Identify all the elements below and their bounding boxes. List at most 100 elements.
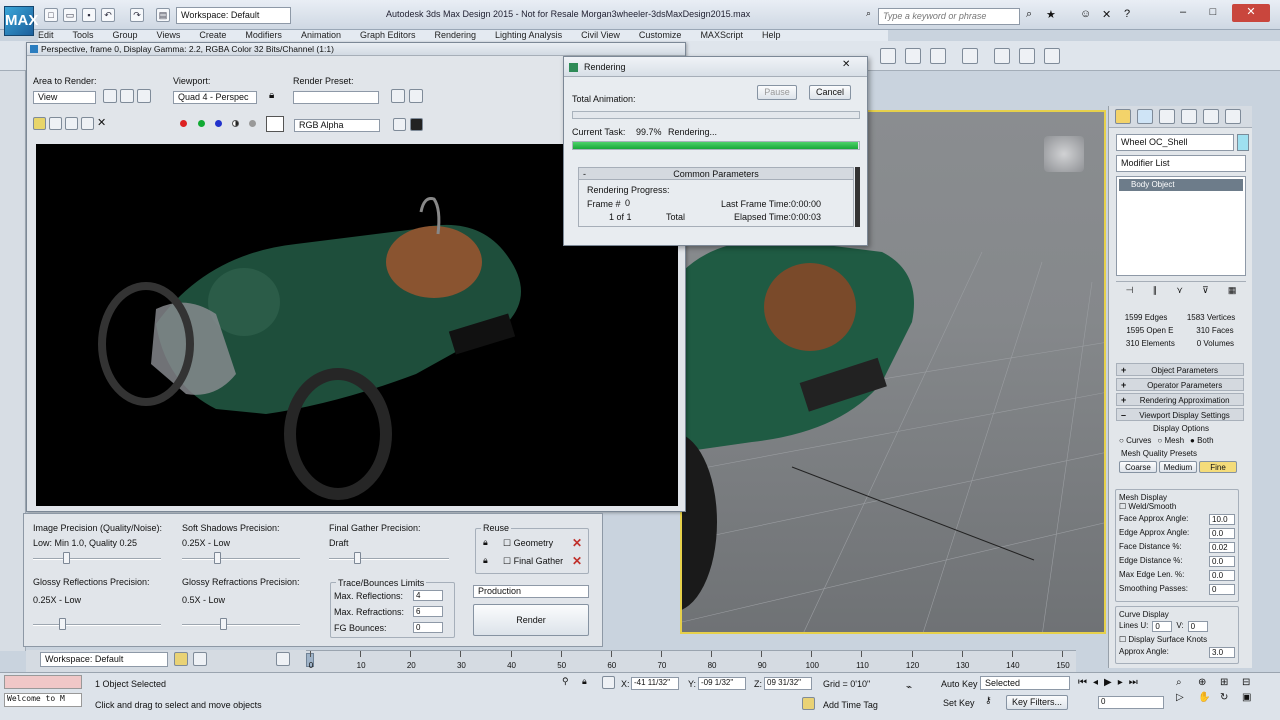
add-time-tag-button[interactable]: Add Time Tag [823,700,878,710]
user-icon[interactable]: ☺ [1080,8,1091,20]
edit-region-icon[interactable] [103,89,117,103]
clone-window-icon[interactable] [65,117,78,130]
render-preset-dropdown[interactable] [293,91,379,104]
configure-sets-icon[interactable]: ▦ [1228,285,1237,299]
subscription-icon[interactable]: ★ [1046,8,1056,21]
rendered-frame-window-icon[interactable] [1019,48,1035,64]
binoculars-icon[interactable]: ⌕ [866,8,878,20]
workspace-dropdown[interactable]: Workspace: Default [176,7,291,24]
play-icon[interactable]: ▶ [1104,677,1112,688]
graphite-tools-icon[interactable] [905,48,921,64]
previous-frame-icon[interactable]: ◂ [1093,677,1098,688]
geometry-checkbox[interactable]: ☐ Geometry [503,538,553,549]
curve-editor-icon[interactable] [930,48,946,64]
final-gather-clear-icon[interactable]: ✕ [572,554,582,568]
display-tab-icon[interactable] [1203,109,1219,124]
y-coord-input[interactable]: -09 1/32" [698,677,746,690]
object-color-swatch[interactable] [1237,134,1249,151]
minimize-icon[interactable]: – [1172,6,1194,20]
pin-stack-icon[interactable]: ⊣ [1126,285,1134,299]
swatch-icon[interactable] [266,116,284,132]
absolute-mode-icon[interactable] [602,676,615,689]
viewport-dropdown[interactable]: Quad 4 - Perspec [173,91,257,104]
menu-modifiers[interactable]: Modifiers [245,30,282,41]
face-approx-angle-input[interactable]: 10.0 [1209,514,1235,525]
x-coord-input[interactable]: -41 11/32" [631,677,679,690]
pause-button[interactable]: Pause [757,85,797,100]
lines-v-input[interactable]: 0 [1187,621,1208,632]
set-key-button[interactable]: Set Key [943,698,975,708]
edge-approx-angle-input[interactable]: 0.0 [1209,528,1235,539]
layer-manager-icon[interactable] [880,48,896,64]
zoom-extents-icon[interactable]: ⊞ [1220,677,1236,688]
menu-customize[interactable]: Customize [639,30,682,41]
selection-lock-icon[interactable]: 🔒︎ [582,676,587,687]
glossy-reflections-slider[interactable] [59,618,66,630]
create-tab-icon[interactable] [1115,109,1131,124]
menu-animation[interactable]: Animation [301,30,341,41]
adaptive-degradation-icon[interactable]: ⌁ [906,682,912,693]
menu-views[interactable]: Views [157,30,181,41]
face-distance-input[interactable]: 0.02 [1209,542,1235,553]
both-radio[interactable]: ● Both [1190,436,1214,445]
final-gather-lock-icon[interactable]: 🔒︎ [483,555,488,566]
display-channel-dropdown[interactable]: RGB Alpha [294,119,380,132]
surface-knots-checkbox[interactable]: ☐ Display Surface Knots [1119,635,1235,644]
zoom-all-icon[interactable]: ⊕ [1198,677,1214,688]
modify-tab-icon[interactable] [1137,109,1153,124]
time-tag-icon[interactable] [802,697,815,710]
window-close-icon[interactable]: ✕ [1232,4,1270,22]
show-end-result-icon[interactable]: ∥ [1153,285,1158,299]
key-filters-button[interactable]: Key Filters... [1006,695,1068,710]
render-region-icon[interactable] [137,89,151,103]
cancel-button[interactable]: Cancel [809,85,851,100]
go-to-end-icon[interactable]: ⏭ [1129,677,1138,688]
menu-create[interactable]: Create [199,30,226,41]
mesh-radio[interactable]: ○ Mesh [1157,436,1184,445]
menu-edit[interactable]: Edit [38,30,54,41]
utilities-tab-icon[interactable] [1225,109,1241,124]
scene-explorer-icon[interactable] [174,652,188,666]
field-of-view-icon[interactable]: ▷ [1176,692,1192,703]
new-file-icon[interactable]: □ [44,8,58,22]
toggle-ui-overlay-icon[interactable] [393,118,406,131]
zoom-icon[interactable]: ⌕ [1176,677,1192,688]
maxscript-listener-input[interactable] [4,675,82,689]
viewcube-icon[interactable] [1044,136,1084,172]
final-gather-checkbox[interactable]: ☐ Final Gather [503,556,563,567]
menu-lighting-analysis[interactable]: Lighting Analysis [495,30,562,41]
lines-u-input[interactable]: 0 [1152,621,1173,632]
project-folder-icon[interactable]: ▤ [156,8,170,22]
alpha-channel-icon[interactable] [232,120,239,127]
orbit-icon[interactable]: ↻ [1220,692,1236,703]
next-frame-icon[interactable]: ▸ [1118,677,1123,688]
save-image-icon[interactable] [33,117,46,130]
area-to-render-dropdown[interactable]: View [33,91,96,104]
coarse-button[interactable]: Coarse [1119,461,1157,473]
image-precision-slider[interactable] [63,552,70,564]
rendering-dialog-close-icon[interactable]: ✕ [842,59,850,70]
green-channel-icon[interactable] [198,120,205,127]
stack-item[interactable]: Body Object [1119,179,1243,191]
auto-key-button[interactable]: Auto Key [941,679,978,689]
menu-maxscript[interactable]: MAXScript [700,30,743,41]
material-editor-icon[interactable] [962,48,978,64]
current-frame-input[interactable]: 0 [1098,696,1164,709]
geometry-clear-icon[interactable]: ✕ [572,536,582,550]
save-icon[interactable]: ▪ [82,8,96,22]
redo-icon[interactable]: ↷ [130,8,144,22]
environment-effects-icon[interactable] [409,89,423,103]
max-reflections-input[interactable]: 4 [413,590,443,601]
menu-tools[interactable]: Tools [73,30,94,41]
print-image-icon[interactable] [81,117,94,130]
final-gather-slider[interactable] [354,552,361,564]
isolate-selection-icon[interactable]: ⚲ [562,676,569,687]
workspace-dropdown-bottom[interactable]: Workspace: Default [40,652,168,667]
medium-button[interactable]: Medium [1159,461,1197,473]
menu-help[interactable]: Help [762,30,781,41]
menu-graph-editors[interactable]: Graph Editors [360,30,416,41]
layer-explorer-icon[interactable] [193,652,207,666]
hierarchy-tab-icon[interactable] [1159,109,1175,124]
toggle-ui-icon[interactable] [410,118,423,131]
go-to-start-icon[interactable]: ⏮ [1078,677,1087,688]
